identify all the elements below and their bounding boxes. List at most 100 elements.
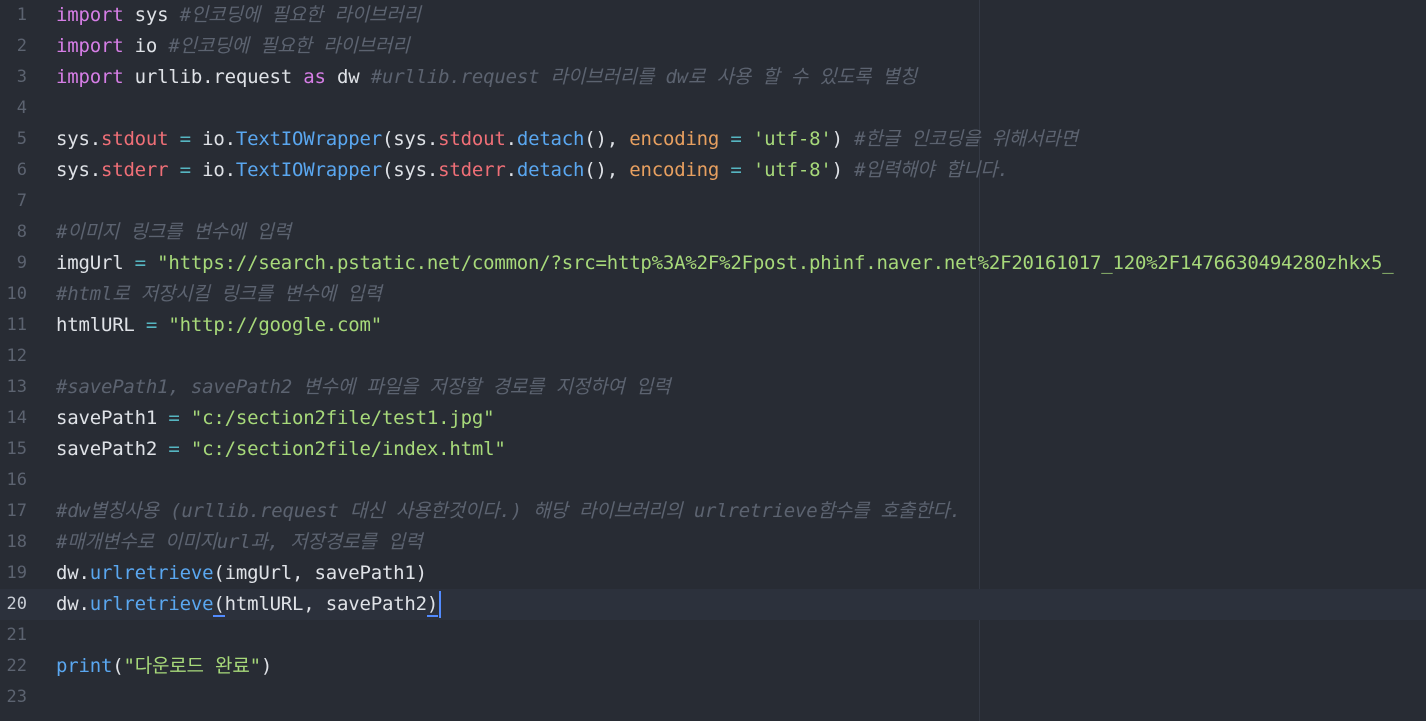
code-line[interactable]: 4 <box>0 93 1426 124</box>
line-number: 6 <box>16 160 27 180</box>
code-token-op: = <box>157 438 191 460</box>
code-token-cmt: #인코딩에 필요한 라이브러리 <box>168 35 410 57</box>
code-line[interactable]: 12 <box>0 341 1426 372</box>
code-line[interactable]: 23 <box>0 682 1426 713</box>
line-number: 12 <box>6 346 27 366</box>
code-token-cmt: #매개변수로 이미지url과, 저장경로를 입력 <box>56 531 423 553</box>
line-code[interactable]: dw.urlretrieve(imgUrl, savePath1) <box>56 558 427 589</box>
code-token-plain: ) <box>260 655 273 677</box>
code-token-plain: (), <box>584 128 630 150</box>
line-code[interactable]: #html로 저장시킬 링크를 변수에 입력 <box>56 279 382 310</box>
code-token-plain: dw. <box>56 562 90 584</box>
code-editor[interactable]: 1 import sys #인코딩에 필요한 라이브러리 2 import io #인… <box>0 0 1426 721</box>
line-number: 18 <box>6 532 27 552</box>
code-token-plain: (sys. <box>381 159 439 181</box>
code-token-plain: . <box>505 128 517 150</box>
code-token-param: encoding <box>629 159 720 181</box>
line-number: 15 <box>6 439 27 459</box>
line-code[interactable]: savePath2 = "c:/section2file/index.html" <box>56 434 506 465</box>
code-token-str: "다운로드 완료" <box>123 655 261 677</box>
code-token-plain: sys. <box>56 128 101 150</box>
code-token-op: = <box>719 128 753 150</box>
line-code[interactable]: import io #인코딩에 필요한 라이브러리 <box>56 31 410 62</box>
code-token-plain: ) <box>831 128 855 150</box>
code-token-op: = <box>719 159 753 181</box>
code-token-str: "https://search.pstatic.net/common/?src=… <box>157 252 1394 274</box>
line-code[interactable]: print("다운로드 완료") <box>56 651 272 682</box>
line-number: 7 <box>16 191 27 211</box>
code-token-cmt: #인코딩에 필요한 라이브러리 <box>179 4 421 26</box>
code-token-fn: urlretrieve <box>89 593 214 615</box>
code-token-plain: htmlURL, savePath2 <box>224 593 428 615</box>
code-line[interactable]: 21 <box>0 620 1426 651</box>
line-code[interactable]: htmlURL = "http://google.com" <box>56 310 382 341</box>
line-number: 19 <box>6 563 27 583</box>
code-token-str: "c:/section2file/test1.jpg" <box>190 407 495 429</box>
line-code[interactable]: #savePath1, savePath2 변수에 파일을 저장할 경로를 지정… <box>56 372 671 403</box>
code-token-attr: stdout <box>100 128 169 150</box>
line-number: 23 <box>6 687 27 707</box>
line-number: 9 <box>16 253 27 273</box>
code-token-plain: io. <box>202 159 236 181</box>
code-line[interactable]: 5 sys.stdout = io.TextIOWrapper(sys.stdou… <box>0 124 1426 155</box>
matched-bracket: ) <box>426 593 439 617</box>
code-line[interactable]: 16 <box>0 465 1426 496</box>
code-line[interactable]: 19 dw.urlretrieve(imgUrl, savePath1) <box>0 558 1426 589</box>
code-token-str: 'utf-8' <box>752 159 832 181</box>
code-token-str: 'utf-8' <box>752 128 832 150</box>
code-token-op: = <box>134 314 169 336</box>
code-token-plain: sys <box>123 4 180 26</box>
line-code[interactable]: #매개변수로 이미지url과, 저장경로를 입력 <box>56 527 423 558</box>
code-token-cmt: #savePath1, savePath2 변수에 파일을 저장할 경로를 지정… <box>56 376 671 398</box>
code-token-cmt: #dw별칭사용 (urllib.request 대신 사용한것이다.) 해당 라… <box>56 500 961 522</box>
code-line[interactable]: 7 <box>0 186 1426 217</box>
code-token-plain: savePath1 <box>56 407 158 429</box>
line-code[interactable]: import sys #인코딩에 필요한 라이브러리 <box>56 0 421 31</box>
code-token-cmt: #이미지 링크를 변수에 입력 <box>56 221 292 243</box>
code-token-kw: import <box>56 4 124 26</box>
code-line[interactable]: 11 htmlURL = "http://google.com" <box>0 310 1426 341</box>
code-line[interactable]: 20 dw.urlretrieve(htmlURL, savePath2) <box>0 589 1426 620</box>
line-code[interactable]: dw.urlretrieve(htmlURL, savePath2) <box>56 589 442 620</box>
code-token-param: encoding <box>629 128 720 150</box>
code-token-plain: dw <box>325 66 371 88</box>
code-line[interactable]: 14 savePath1 = "c:/section2file/test1.jpg… <box>0 403 1426 434</box>
line-number: 5 <box>16 129 27 149</box>
code-line[interactable]: 15 savePath2 = "c:/section2file/index.htm… <box>0 434 1426 465</box>
line-number: 11 <box>6 315 27 335</box>
code-line[interactable]: 13 #savePath1, savePath2 변수에 파일을 저장할 경로를 … <box>0 372 1426 403</box>
code-token-op: = <box>157 407 191 429</box>
code-token-str: "http://google.com" <box>168 314 382 336</box>
line-code[interactable]: sys.stdout = io.TextIOWrapper(sys.stdout… <box>56 124 1078 155</box>
code-token-kw: as <box>303 66 326 88</box>
code-line[interactable]: 17 #dw별칭사용 (urllib.request 대신 사용한것이다.) 해당… <box>0 496 1426 527</box>
code-line[interactable]: 10 #html로 저장시킬 링크를 변수에 입력 <box>0 279 1426 310</box>
code-token-str: "c:/section2file/index.html" <box>190 438 506 460</box>
code-line[interactable]: 18 #매개변수로 이미지url과, 저장경로를 입력 <box>0 527 1426 558</box>
code-token-cmt: #한글 인코딩을 위해서라면 <box>854 128 1078 150</box>
line-number: 2 <box>16 36 27 56</box>
line-code[interactable]: import urllib.request as dw #urllib.requ… <box>56 62 917 93</box>
code-line[interactable]: 6 sys.stderr = io.TextIOWrapper(sys.stder… <box>0 155 1426 186</box>
line-code[interactable]: #이미지 링크를 변수에 입력 <box>56 217 291 248</box>
code-token-fn: TextIOWrapper <box>235 128 382 150</box>
code-line[interactable]: 9 imgUrl = "https://search.pstatic.net/co… <box>0 248 1426 279</box>
line-code[interactable]: savePath1 = "c:/section2file/test1.jpg" <box>56 403 495 434</box>
line-number: 16 <box>6 470 27 490</box>
code-line[interactable]: 3 import urllib.request as dw #urllib.req… <box>0 62 1426 93</box>
code-line[interactable]: 2 import io #인코딩에 필요한 라이브러리 <box>0 31 1426 62</box>
code-token-plain: savePath2 <box>56 438 158 460</box>
code-token-plain: ( <box>112 655 124 677</box>
line-number: 4 <box>16 98 27 118</box>
line-code[interactable]: imgUrl = "https://search.pstatic.net/com… <box>56 248 1394 279</box>
code-line[interactable]: 1 import sys #인코딩에 필요한 라이브러리 <box>0 0 1426 31</box>
code-line[interactable]: 22 print("다운로드 완료") <box>0 651 1426 682</box>
line-number: 10 <box>6 284 27 304</box>
code-token-plain: io <box>123 35 169 57</box>
code-token-plain: (sys. <box>381 128 439 150</box>
code-token-plain: dw. <box>56 593 90 615</box>
code-token-plain: imgUrl <box>56 252 124 274</box>
code-line[interactable]: 8 #이미지 링크를 변수에 입력 <box>0 217 1426 248</box>
line-code[interactable]: #dw별칭사용 (urllib.request 대신 사용한것이다.) 해당 라… <box>56 496 961 527</box>
line-code[interactable]: sys.stderr = io.TextIOWrapper(sys.stderr… <box>56 155 1009 186</box>
